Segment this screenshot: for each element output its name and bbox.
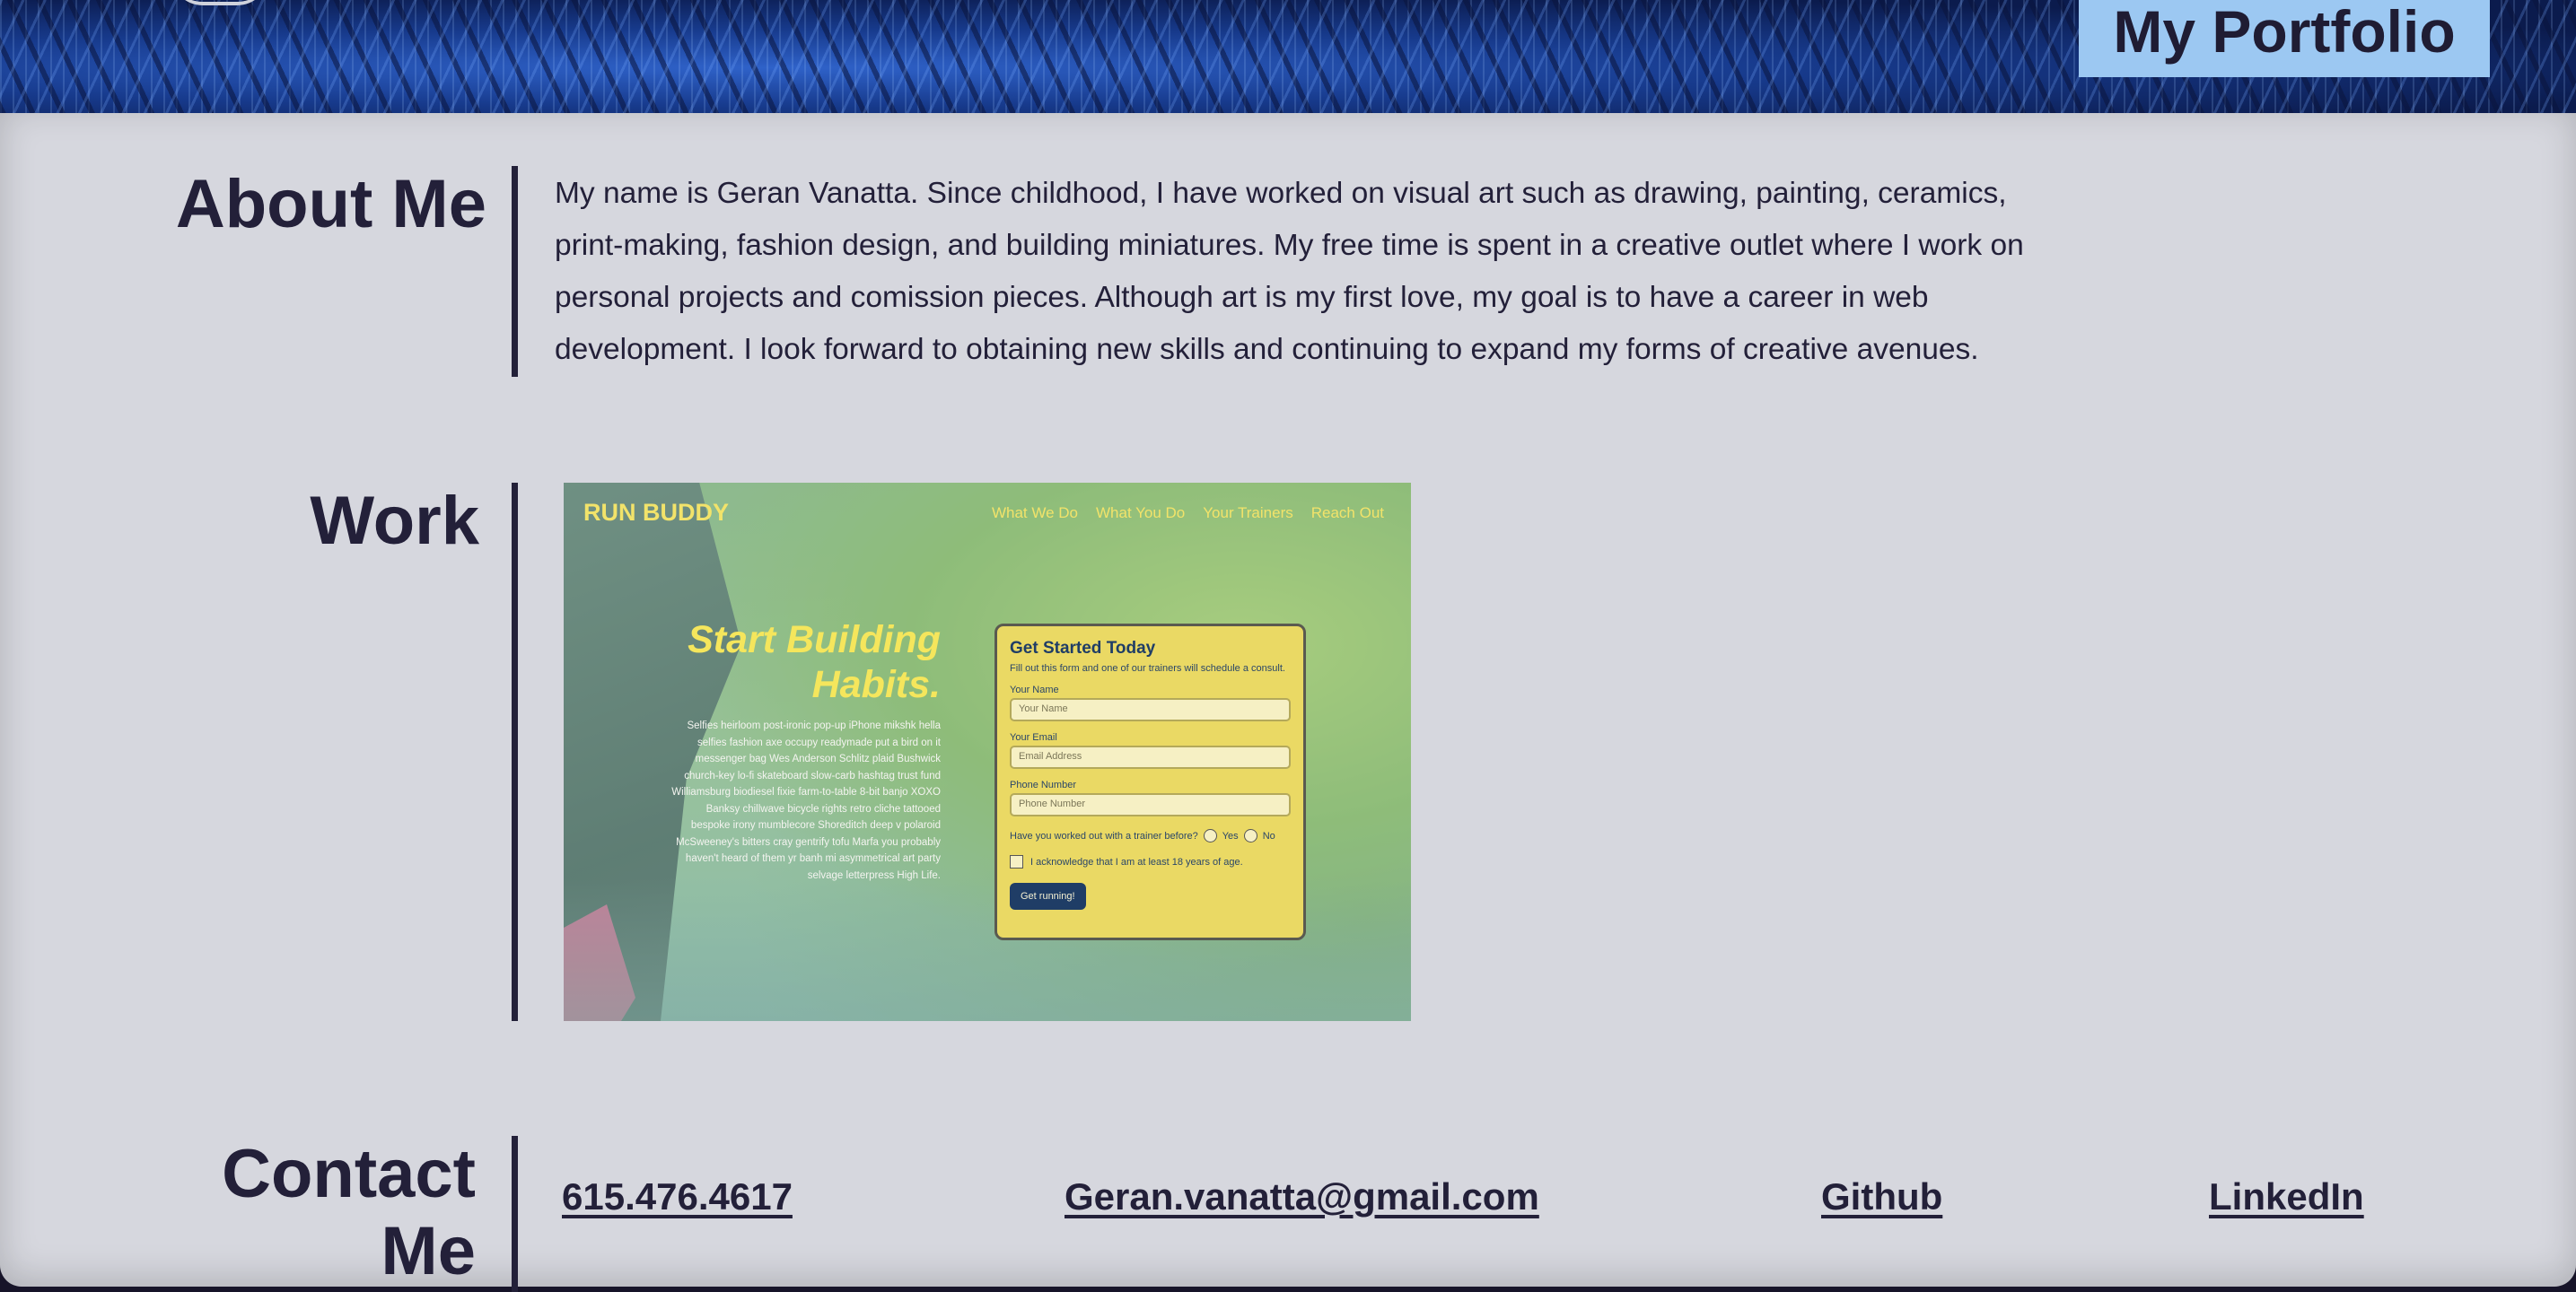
email-link[interactable]: Geran.vanatta@gmail.com: [1065, 1175, 1539, 1218]
project-nav-item: What We Do: [991, 504, 1078, 521]
project-nav-item: What You Do: [1096, 504, 1186, 521]
contact-section: Contact Me 615.476.4617 Geran.vanatta@gm…: [0, 1136, 2576, 1292]
about-section: About Me My name is Geran Vanatta. Since…: [0, 166, 2576, 377]
project-nav: What We Do What You Do Your Trainers Rea…: [992, 504, 1384, 522]
form-subtitle: Fill out this form and one of our traine…: [1010, 663, 1285, 674]
name-field: Your Name: [1010, 698, 1291, 721]
get-running-button: Get running!: [1010, 883, 1086, 910]
phone-label: Phone Number: [1010, 780, 1076, 790]
acknowledge-row: I acknowledge that I am at least 18 year…: [1010, 855, 1291, 869]
contact-title: Contact Me: [222, 1136, 476, 1289]
work-section: Work RUN BUDDY What We Do What You Do Yo…: [0, 483, 2576, 1021]
section-divider: [512, 483, 518, 1021]
acknowledge-checkbox: [1010, 855, 1023, 869]
project-signup-form: Get Started Today Fill out this form and…: [994, 624, 1306, 940]
project-run-buddy-screenshot[interactable]: RUN BUDDY What We Do What You Do Your Tr…: [564, 483, 1411, 1021]
about-title: About Me: [175, 166, 486, 242]
project-nav-item: Reach Out: [1310, 504, 1384, 521]
email-field: Email Address: [1010, 746, 1291, 769]
trainer-question-row: Have you worked out with a trainer befor…: [1010, 829, 1291, 842]
email-label: Your Email: [1010, 732, 1057, 743]
page-title: My Portfolio: [2113, 0, 2456, 65]
section-divider: [512, 166, 518, 377]
project-body-text: Selfies heirloom post-ironic pop-up iPho…: [671, 720, 941, 881]
radio-yes-label: Yes: [1222, 830, 1239, 842]
project-nav-item: Your Trainers: [1203, 504, 1293, 521]
phone-field: Phone Number: [1010, 793, 1291, 816]
radio-no: [1243, 829, 1257, 842]
linkedin-link[interactable]: LinkedIn: [2209, 1175, 2364, 1218]
form-title: Get Started Today: [1010, 639, 1156, 658]
github-link[interactable]: Github: [1821, 1175, 1942, 1218]
phone-link[interactable]: 615.476.4617: [562, 1175, 793, 1218]
site-header: My Portfolio: [0, 0, 2576, 113]
radio-yes: [1203, 829, 1217, 842]
avatar: [171, 0, 269, 5]
project-brand: RUN BUDDY: [583, 499, 729, 526]
header-title-box: My Portfolio: [2079, 0, 2490, 77]
section-divider: [512, 1136, 518, 1292]
about-text: My name is Geran Vanatta. Since childhoo…: [555, 177, 2024, 366]
name-label: Your Name: [1010, 685, 1059, 695]
work-title: Work: [310, 483, 479, 559]
project-headline: Start Building Habits.: [688, 618, 941, 706]
radio-no-label: No: [1262, 830, 1275, 842]
acknowledge-label: I acknowledge that I am at least 18 year…: [1030, 856, 1243, 868]
trainer-question: Have you worked out with a trainer befor…: [1010, 830, 1198, 842]
